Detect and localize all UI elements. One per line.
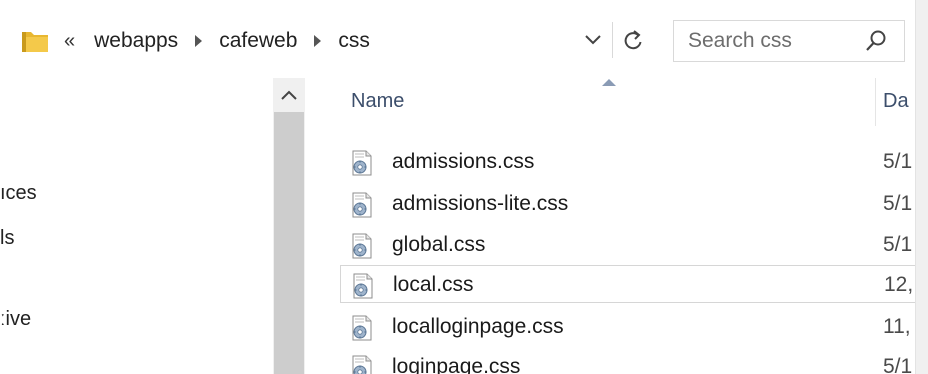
breadcrumb-separator-icon[interactable] [195,35,203,47]
breadcrumb-separator-icon[interactable] [314,35,322,47]
file-date: 12, [884,273,914,296]
file-row-global[interactable]: global.css 5/1 [340,226,915,264]
file-name: loginpage.css [392,355,521,374]
scroll-thumb[interactable] [274,112,304,374]
file-date: 5/1 [883,355,913,374]
search-box[interactable]: Search css [673,20,905,62]
css-file-icon [352,233,372,259]
column-header-name[interactable]: Name [351,90,404,113]
refresh-icon [624,30,642,50]
address-history-button[interactable] [578,22,608,58]
file-row-admissions[interactable]: admissions.css 5/1 [340,143,915,181]
search-icon[interactable] [864,29,888,53]
nav-item-tools[interactable]: ls [0,227,14,250]
file-row-localloginpage[interactable]: localloginpage.css 11, [340,308,915,346]
address-bar[interactable]: « webapps cafeweb css [14,20,666,62]
chevron-down-icon [585,35,601,45]
column-header-date[interactable]: Da [883,90,909,113]
file-row-local[interactable]: local.css 12, [340,265,915,303]
file-date: 5/1 [883,192,913,215]
breadcrumb-css[interactable]: css [335,29,373,53]
navigation-pane: ıces ls ːive [0,78,273,374]
folder-icon [22,32,48,52]
file-name: admissions-lite.css [392,192,569,215]
file-date: 11, [883,315,911,338]
scroll-up-button[interactable] [273,78,305,112]
refresh-button[interactable] [612,22,653,58]
search-input[interactable]: Search css [688,29,864,53]
css-file-icon [353,273,373,299]
nav-scrollbar[interactable] [273,78,305,374]
file-list: Name Da admissions.css 5/1 admissions-li… [305,78,915,374]
column-header-row: Name Da [305,78,915,126]
address-toolbar: « webapps cafeweb css Search css [0,0,928,78]
column-divider[interactable] [875,78,876,126]
breadcrumb-overflow[interactable]: « [64,30,75,53]
file-row-admissions-lite[interactable]: admissions-lite.css 5/1 [340,185,915,223]
file-name: admissions.css [392,150,535,173]
window-edge [915,0,928,374]
file-name: localloginpage.css [392,315,564,338]
file-name: global.css [392,233,486,256]
breadcrumb-webapps[interactable]: webapps [91,29,181,53]
css-file-icon [352,192,372,218]
file-date: 5/1 [883,233,913,256]
breadcrumb-cafeweb[interactable]: cafeweb [216,29,300,53]
nav-item-drive[interactable]: ːive [0,308,31,331]
nav-item-places[interactable]: ıces [0,182,37,205]
sort-ascending-icon [602,79,616,86]
css-file-icon [352,355,372,374]
css-file-icon [352,315,372,341]
file-date: 5/1 [883,150,913,173]
css-file-icon [352,150,372,176]
file-row-loginpage[interactable]: loginpage.css 5/1 [340,348,915,374]
chevron-up-icon [281,90,297,100]
file-name: local.css [393,273,474,296]
